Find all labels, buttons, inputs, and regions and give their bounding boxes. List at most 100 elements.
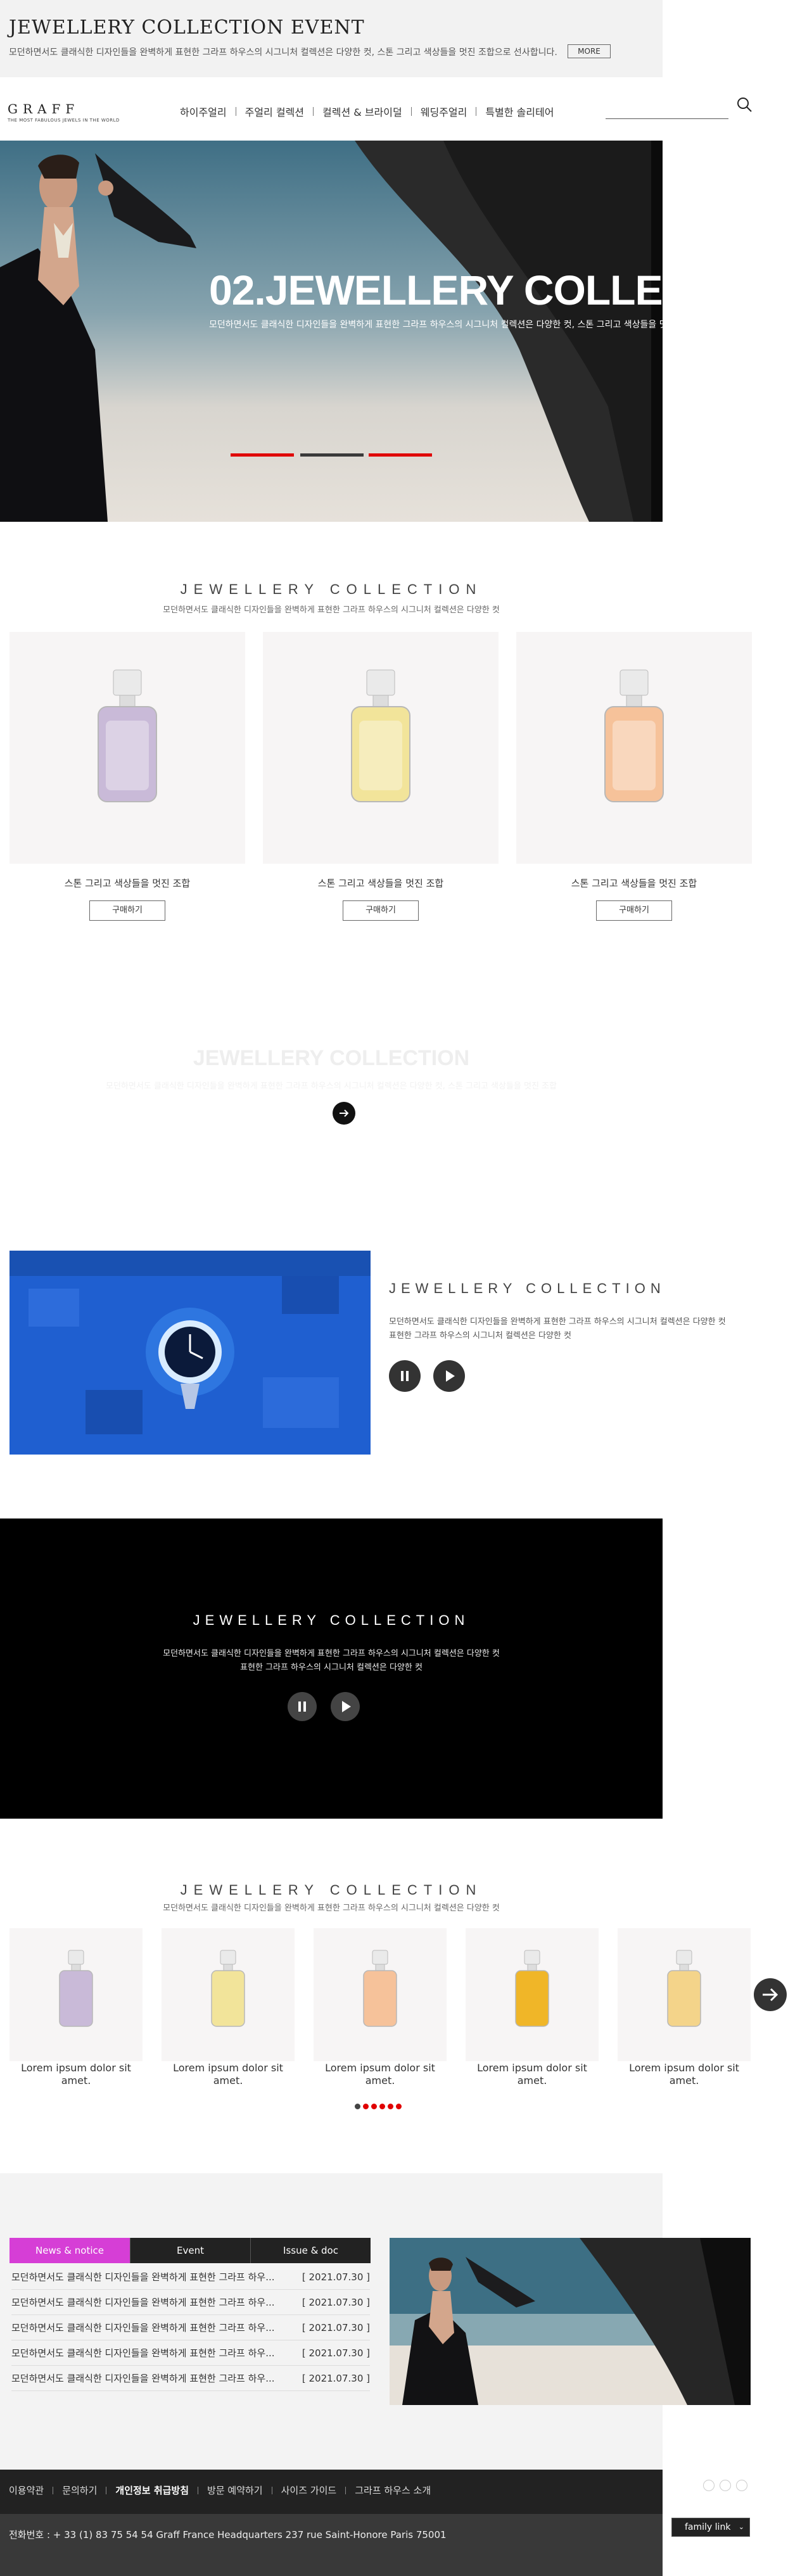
hero-pager-dot-1[interactable] bbox=[231, 453, 294, 457]
pause-button[interactable] bbox=[389, 1360, 421, 1392]
product-name: 스톤 그리고 색상들을 멋진 조합 bbox=[317, 878, 444, 889]
hero-title: 02.JEWELLERY COLLEC bbox=[209, 267, 663, 313]
slide-card[interactable] bbox=[314, 1928, 447, 2061]
pager-dot[interactable] bbox=[363, 2104, 369, 2109]
buy-button[interactable]: 구매하기 bbox=[343, 900, 419, 921]
news-row-title: 모던하면서도 클래식한 디자인들을 완벽하게 표현한 그라프 하우... bbox=[11, 2347, 275, 2359]
perfume-image bbox=[351, 669, 410, 802]
perfume-image bbox=[98, 669, 157, 802]
product-card[interactable] bbox=[516, 632, 752, 864]
footer-info-bar: 전화번호 : + 33 (1) 83 75 54 54 Graff France… bbox=[0, 2514, 663, 2576]
nav-item-collection[interactable]: 주얼리 컬렉션 bbox=[236, 104, 313, 119]
footer-links-bar: 이용약관 문의하기 개인정보 취급방침 방문 예약하기 사이즈 가이드 그라프 … bbox=[0, 2470, 663, 2514]
more-button[interactable]: MORE bbox=[568, 44, 611, 58]
hero-subtitle: 모던하면서도 클래식한 디자인들을 완벽하게 표현한 그라프 하우스의 시그니처… bbox=[209, 320, 663, 330]
news-row[interactable]: 모던하면서도 클래식한 디자인들을 완벽하게 표현한 그라프 하우... [ 20… bbox=[11, 2366, 370, 2391]
pager-dot[interactable] bbox=[379, 2104, 385, 2109]
search-input[interactable] bbox=[606, 95, 752, 119]
slider-subtitle: 모던하면서도 클래식한 디자인들을 완벽하게 표현한 그라프 하우스의 시그니처… bbox=[163, 1904, 500, 1913]
facebook-icon[interactable] bbox=[703, 2480, 715, 2491]
youtube-icon[interactable] bbox=[736, 2480, 747, 2491]
play-icon bbox=[446, 1370, 455, 1382]
collection-title: JEWELLERY COLLECTION bbox=[180, 581, 483, 597]
footer-link-terms[interactable]: 이용약관 bbox=[9, 2484, 44, 2497]
search-icon[interactable] bbox=[736, 96, 753, 113]
news-row-date: [ 2021.07.30 ] bbox=[302, 2297, 370, 2308]
nav-item-bridal[interactable]: 컬렉션 & 브라이덜 bbox=[314, 104, 411, 119]
footer-link-contact[interactable]: 문의하기 bbox=[62, 2484, 97, 2497]
buy-button[interactable]: 구매하기 bbox=[89, 900, 165, 921]
page: { "event": { "title": "JEWELLERY COLLECT… bbox=[0, 0, 788, 2576]
slide-name: Lorem ipsum dolor sit amet. bbox=[477, 2062, 587, 2087]
play-button[interactable] bbox=[433, 1360, 465, 1392]
play-icon bbox=[342, 1701, 351, 1712]
arrow-right-icon bbox=[340, 1109, 349, 1117]
nav-item-wedding[interactable]: 웨딩주얼리 bbox=[412, 104, 476, 119]
arrow-right-button[interactable] bbox=[333, 1102, 355, 1125]
news-row[interactable]: 모던하면서도 클래식한 디자인들을 완벽하게 표현한 그라프 하우... [ 20… bbox=[11, 2315, 370, 2340]
footer-link-size-guide[interactable]: 사이즈 가이드 bbox=[281, 2484, 337, 2497]
sns-icons bbox=[703, 2480, 747, 2491]
video-section-title: JEWELLERY COLLECTION bbox=[389, 1280, 666, 1296]
tab-event[interactable]: Event bbox=[130, 2238, 250, 2263]
nav-item-solitaire[interactable]: 특별한 솔리테어 bbox=[476, 104, 562, 119]
nav-item-high-jewellery[interactable]: 하이주얼리 bbox=[171, 104, 236, 119]
slide-name: Lorem ipsum dolor sit amet. bbox=[325, 2062, 435, 2087]
chevron-down-icon: ⌄ bbox=[738, 2523, 744, 2531]
video-panel[interactable] bbox=[10, 1251, 371, 1455]
slider-title: JEWELLERY COLLECTION bbox=[180, 1882, 483, 1898]
slide-card[interactable] bbox=[10, 1928, 143, 2061]
news-row[interactable]: 모던하면서도 클래식한 디자인들을 완벽하게 표현한 그라프 하우... [ 20… bbox=[11, 2264, 370, 2290]
tab-issue-doc[interactable]: Issue & doc bbox=[250, 2238, 371, 2263]
video-section-text-1: 모던하면서도 클래식한 디자인들을 완벽하게 표현한 그라프 하우스의 시그니처… bbox=[389, 1317, 726, 1327]
perfume-image bbox=[667, 1950, 701, 2027]
buy-button[interactable]: 구매하기 bbox=[596, 900, 672, 921]
news-row-title: 모던하면서도 클래식한 디자인들을 완벽하게 표현한 그라프 하우... bbox=[11, 2297, 275, 2308]
hero-pager-dot-3[interactable] bbox=[369, 453, 432, 457]
slide-name: Lorem ipsum dolor sit amet. bbox=[629, 2062, 739, 2087]
pause-button[interactable] bbox=[288, 1692, 317, 1721]
play-button[interactable] bbox=[331, 1692, 360, 1721]
news-row-date: [ 2021.07.30 ] bbox=[302, 2322, 370, 2333]
logo-tagline: THE MOST FABULOUS JEWELS IN THE WORLD bbox=[8, 118, 120, 123]
product-name: 스톤 그리고 색상들을 멋진 조합 bbox=[64, 878, 191, 889]
hero-image bbox=[0, 141, 663, 522]
family-link-label: family link bbox=[685, 2522, 731, 2532]
slide-name: Lorem ipsum dolor sit amet. bbox=[173, 2062, 283, 2087]
logo[interactable]: GRAFF THE MOST FABULOUS JEWELS IN THE WO… bbox=[8, 101, 120, 123]
pager-dot[interactable] bbox=[388, 2104, 393, 2109]
pager-dot[interactable] bbox=[355, 2104, 360, 2109]
product-card[interactable] bbox=[10, 632, 245, 864]
instagram-icon[interactable] bbox=[720, 2480, 731, 2491]
news-row[interactable]: 모던하면서도 클래식한 디자인들을 완벽하게 표현한 그라프 하우... [ 20… bbox=[11, 2290, 370, 2315]
news-row[interactable]: 모던하면서도 클래식한 디자인들을 완벽하게 표현한 그라프 하우... [ 20… bbox=[11, 2340, 370, 2366]
footer-link-about[interactable]: 그라프 하우스 소개 bbox=[355, 2484, 431, 2497]
pager-dot[interactable] bbox=[371, 2104, 377, 2109]
footer-link-privacy[interactable]: 개인정보 취급방침 bbox=[115, 2484, 189, 2497]
hero-slider: 02.JEWELLERY COLLEC 모던하면서도 클래식한 디자인들을 완벽… bbox=[0, 141, 663, 522]
pause-icon bbox=[298, 1702, 306, 1712]
main-nav: 하이주얼리 주얼리 컬렉션 컬렉션 & 브라이덜 웨딩주얼리 특별한 솔리테어 bbox=[171, 104, 562, 119]
pager-dot[interactable] bbox=[396, 2104, 402, 2109]
perfume-image bbox=[363, 1950, 397, 2027]
event-title: JEWELLERY COLLECTION EVENT bbox=[9, 16, 365, 39]
black-section-title: JEWELLERY COLLECTION bbox=[193, 1612, 470, 1628]
event-text: 모던하면서도 클래식한 디자인들을 완벽하게 표현한 그라프 하우스의 시그니처… bbox=[9, 47, 557, 58]
event-banner: JEWELLERY COLLECTION EVENT 모던하면서도 클래식한 디… bbox=[0, 0, 663, 77]
slider-pager bbox=[355, 2104, 402, 2109]
slide-card[interactable] bbox=[618, 1928, 751, 2061]
slide-card[interactable] bbox=[466, 1928, 599, 2061]
hero-pager-dot-2[interactable] bbox=[300, 453, 364, 457]
footer-links: 이용약관 문의하기 개인정보 취급방침 방문 예약하기 사이즈 가이드 그라프 … bbox=[9, 2484, 431, 2497]
tab-news-notice[interactable]: News & notice bbox=[10, 2238, 130, 2263]
slider-next-button[interactable] bbox=[754, 1978, 787, 2011]
video-section-text-2: 표현한 그라프 하우스의 시그니처 컬렉션은 다양한 컷 bbox=[389, 1331, 571, 1341]
slide-card[interactable] bbox=[162, 1928, 295, 2061]
news-row-date: [ 2021.07.30 ] bbox=[302, 2271, 370, 2283]
black-section-text-1: 모던하면서도 클래식한 디자인들을 완벽하게 표현한 그라프 하우스의 시그니처… bbox=[163, 1649, 500, 1658]
black-video-section: JEWELLERY COLLECTION 모던하면서도 클래식한 디자인들을 완… bbox=[0, 1518, 663, 1819]
footer-link-visit[interactable]: 방문 예약하기 bbox=[207, 2484, 263, 2497]
logo-text: GRAFF bbox=[8, 101, 80, 117]
family-link-select[interactable]: family link ⌄ bbox=[671, 2518, 750, 2537]
product-card[interactable] bbox=[263, 632, 499, 864]
